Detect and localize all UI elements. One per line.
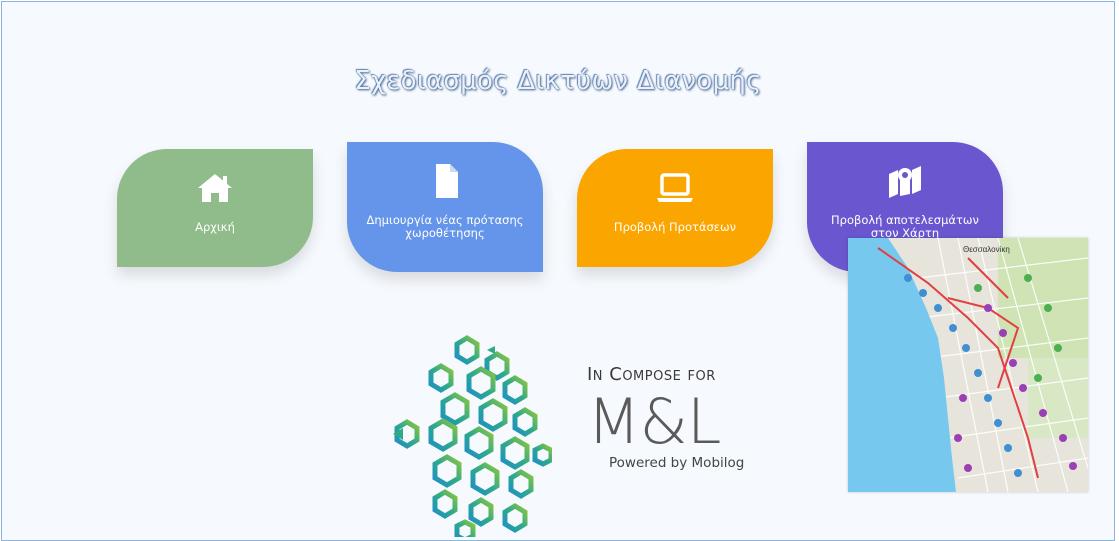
brand-line3: Powered by Mobilog [609,455,745,471]
map-marker-icon [889,166,921,198]
tile-create-proposal-label: Δημιουργία νέας πρότασης χωροθέτησης [366,213,524,240]
brand-line1: In Compose for [587,364,716,385]
map-thumbnail[interactable]: Θεσσαλονίκη [848,238,1088,492]
tile-view-map-label: Προβολή αποτελεσμάτων στον Χάρτη [831,213,979,240]
tile-create-proposal[interactable]: Δημιουργία νέας πρότασης χωροθέτησης [347,142,543,272]
hexagon-globe-logo [393,335,552,537]
map-city-label: Θεσσαλονίκη [963,245,1010,254]
home-icon [198,174,232,202]
tile-home-label: Αρχική [195,220,235,234]
document-icon [436,164,458,198]
map-image: Θεσσαλονίκη [848,238,1088,492]
tile-view-proposals-label: Προβολή Προτάσεων [613,220,737,234]
tile-home[interactable]: Αρχική [117,149,313,267]
brand-line2: M&L [587,385,721,458]
brand-logo: In Compose for M&L Powered by Mobilog [587,364,767,471]
tile-view-proposals[interactable]: Προβολή Προτάσεων [577,149,773,267]
page-title: Σχεδιασμός Δικτύων Διανομής [354,66,762,96]
laptop-icon [657,173,693,202]
